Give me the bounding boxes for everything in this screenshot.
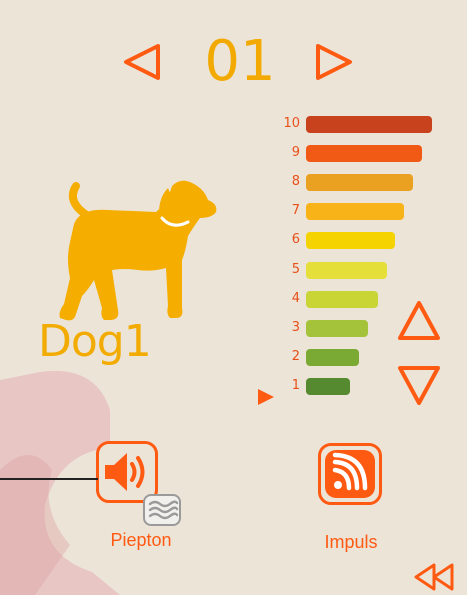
- selected-level-pointer-icon: [258, 389, 274, 405]
- level-bar[interactable]: [306, 290, 378, 308]
- annotation-line: [0, 478, 98, 480]
- triangle-up-icon: [398, 301, 440, 340]
- vibration-icon: [148, 500, 179, 520]
- dog-icon: [59, 180, 217, 321]
- level-down-button[interactable]: [396, 362, 442, 408]
- level-number: 10: [283, 116, 300, 131]
- level-bar[interactable]: [306, 377, 351, 395]
- impulse-label: Impuls: [324, 532, 378, 552]
- level-number: 5: [291, 261, 300, 277]
- level-row[interactable]: 10: [250, 110, 450, 139]
- level-row[interactable]: 8: [250, 168, 450, 197]
- signal-waves-icon: [325, 450, 375, 498]
- level-number: 6: [291, 232, 300, 248]
- level-number: 8: [291, 174, 300, 190]
- level-bar[interactable]: [306, 145, 422, 163]
- channel-next-button[interactable]: [312, 40, 356, 84]
- level-bar[interactable]: [306, 232, 396, 250]
- level-number: 7: [291, 203, 300, 219]
- level-bar[interactable]: [306, 116, 432, 133]
- level-row[interactable]: 7: [250, 197, 450, 226]
- channel-prev-button[interactable]: [120, 40, 164, 84]
- triangle-down-icon: [398, 366, 440, 405]
- dog-name: Dog1: [38, 316, 152, 367]
- impulse-button[interactable]: [318, 443, 382, 505]
- tone-label: Piepton: [110, 530, 172, 550]
- level-row[interactable]: 6: [250, 226, 450, 255]
- level-row[interactable]: 5: [250, 256, 450, 285]
- level-bar[interactable]: [306, 261, 387, 279]
- level-bar[interactable]: [306, 174, 414, 192]
- level-bar[interactable]: [306, 203, 405, 221]
- level-bar[interactable]: [306, 348, 359, 366]
- level-row[interactable]: 9: [250, 139, 450, 168]
- back-button[interactable]: [412, 562, 458, 592]
- level-number: 4: [291, 290, 300, 306]
- level-number: 9: [291, 145, 300, 161]
- level-number: 3: [291, 319, 300, 335]
- level-bar[interactable]: [306, 319, 368, 337]
- level-up-button[interactable]: [396, 298, 442, 344]
- double-chevron-left-icon: [414, 563, 454, 591]
- level-number: 2: [291, 348, 300, 364]
- triangle-right-icon: [316, 44, 352, 80]
- triangle-left-icon: [124, 44, 160, 80]
- vibration-badge[interactable]: [143, 494, 181, 526]
- speaker-icon: [105, 453, 145, 491]
- channel-number: 01: [204, 29, 276, 94]
